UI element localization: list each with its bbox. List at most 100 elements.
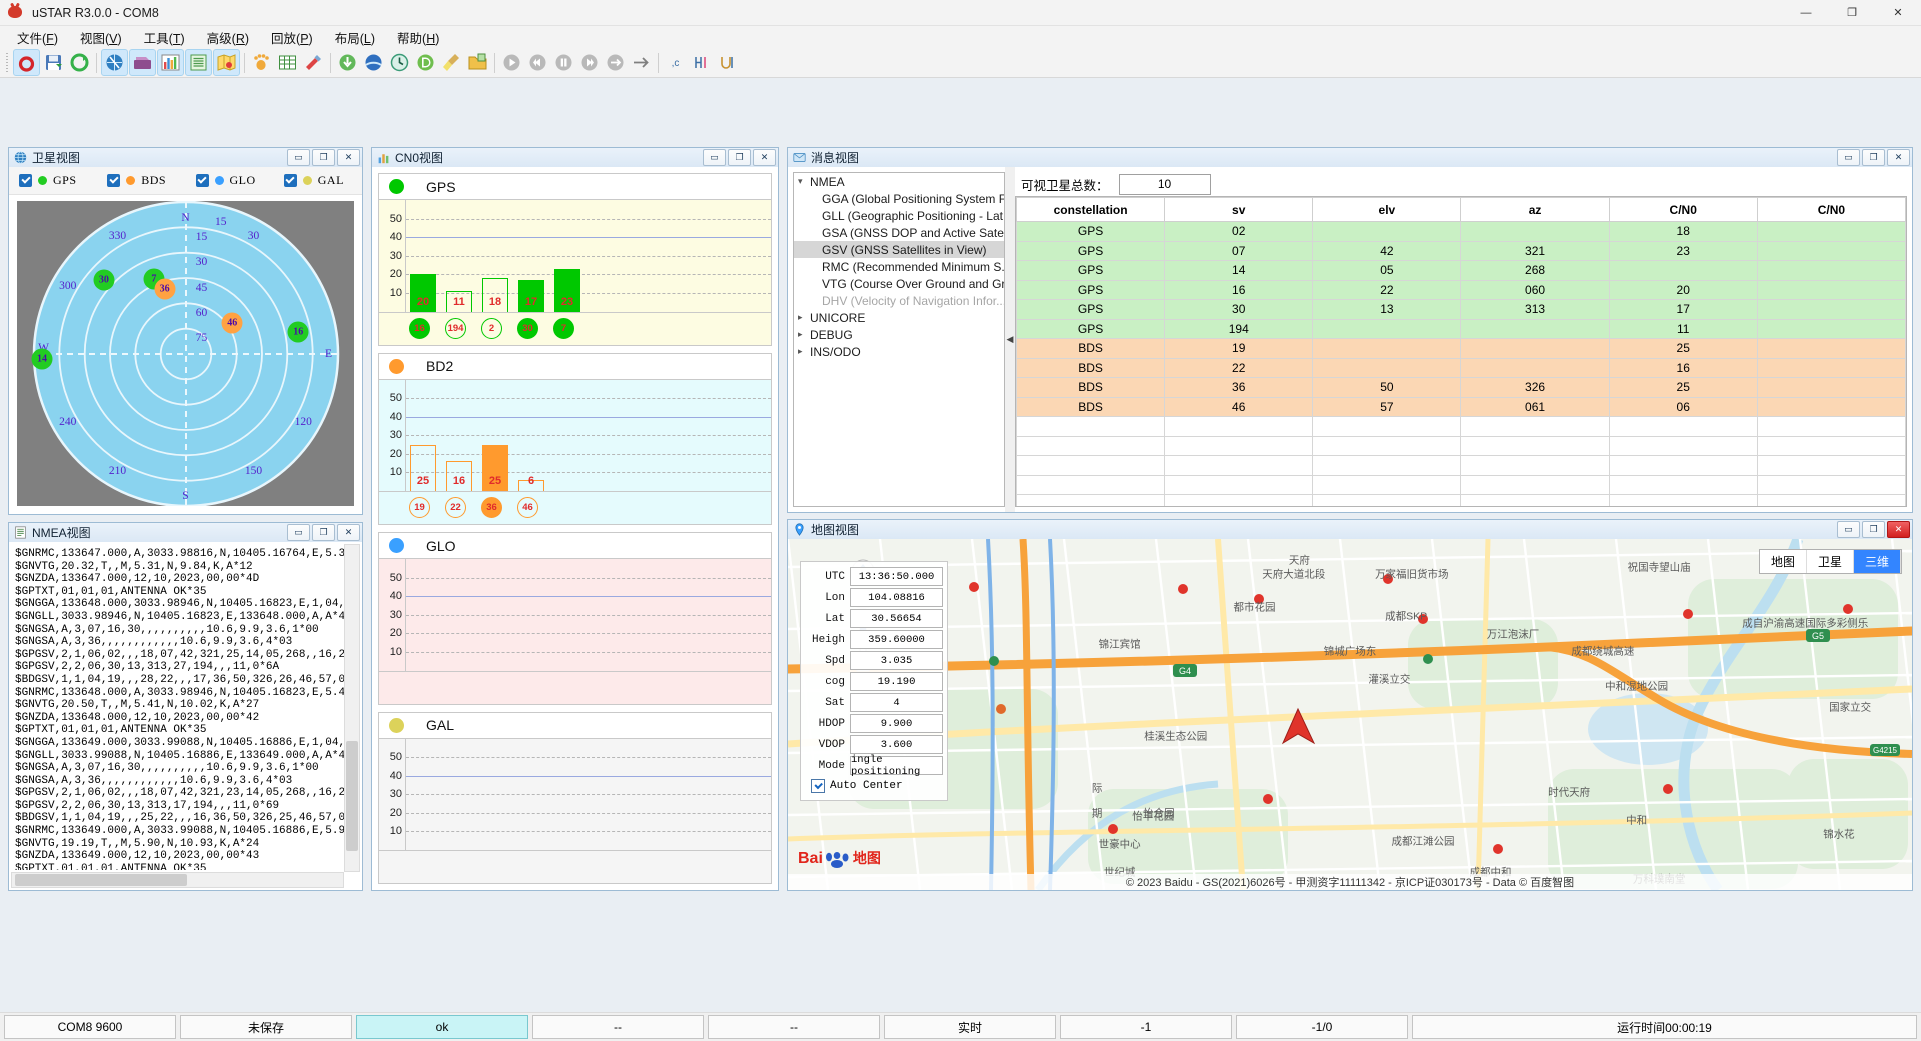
tree-node-gga[interactable]: GGA (Global Positioning System F... [794,190,1004,207]
toolbar-stop-button[interactable] [13,49,40,76]
menu-item-1[interactable]: 视图(V) [69,26,133,49]
map-canvas-container[interactable]: G4 G5 G4215 怡合园 天府大道北段 成都SKP 锦城广场东 锦江宾馆 万江泡沫厂 成都… [788,539,1912,890]
cno-satellite-chip-bd2-36[interactable]: 36 [481,497,502,518]
table-row[interactable]: GPS 16 22 060 20 [1016,279,1906,300]
sky-plot-container[interactable]: N1530330300240210120150ESW15304560753073… [17,201,354,506]
legend-item-glo[interactable]: GLO [186,173,274,188]
toolbar-nmea-view-button[interactable] [185,49,212,76]
map-close-button[interactable]: ✕ [1887,521,1910,538]
tree-node-rmc[interactable]: RMC (Recommended Minimum S... [794,258,1004,275]
minimize-button[interactable]: — [1783,0,1829,25]
cno-satellite-chip-gps-30[interactable]: 30 [517,317,538,339]
menu-item-5[interactable]: 布局(L) [324,26,386,49]
toolbar-clock-button[interactable] [387,50,412,75]
nmea-view-titlebar[interactable]: NMEA视图 ▭ ❐ ✕ [9,523,362,543]
satellite-view-titlebar[interactable]: 卫星视图 ▭ ❐ ✕ [9,148,362,168]
table-row[interactable]: GPS 194 11 [1016,318,1906,339]
table-row[interactable]: GPS 30 13 313 17 [1016,299,1906,320]
cno-maximize-button[interactable]: ❐ [728,149,751,166]
cno-satellite-chip-gps-7[interactable]: 7 [553,317,574,339]
tree-expand-arrow-icon[interactable]: ▸ [798,329,810,340]
message-minimize-button[interactable]: ▭ [1837,149,1860,166]
toolbar-d-button[interactable] [413,50,438,75]
toolbar-footprint-button[interactable] [249,50,274,75]
tree-node-gsa[interactable]: GSA (GNSS DOP and Active Satelli... [794,224,1004,241]
table-row[interactable]: GPS 02 18 [1016,221,1906,242]
message-close-button[interactable]: ✕ [1887,149,1910,166]
toolbar-map-view-button[interactable] [213,49,240,76]
nmea-hscroll-thumb[interactable] [15,874,188,886]
close-button[interactable]: ✕ [1875,0,1921,25]
map-tab-1[interactable]: 卫星 [1807,550,1854,573]
tree-node-nmea[interactable]: ▾ NMEA [794,173,1004,190]
cno-satellite-chip-gps-16[interactable]: 16 [409,317,430,339]
toolbar-play-button[interactable] [499,50,524,75]
auto-center-row[interactable]: Auto Center [805,777,943,795]
maximize-button[interactable]: ❐ [1829,0,1875,25]
tree-node-gsv[interactable]: GSV (GNSS Satellites in View) [794,241,1004,258]
table-row[interactable]: BDS 46 57 061 06 [1016,396,1906,417]
toolbar-grip[interactable] [4,52,10,73]
nmea-minimize-button[interactable]: ▭ [287,524,310,541]
tree-node-insodo[interactable]: ▸ INS/ODO [794,343,1004,360]
cno-view-titlebar[interactable]: CN0视图 ▭ ❐ ✕ [372,148,778,168]
auto-center-checkbox[interactable] [811,779,825,793]
toolbar-u-button[interactable] [715,50,740,75]
menu-item-6[interactable]: 帮助(H) [386,26,450,49]
map-maximize-button[interactable]: ❐ [1862,521,1885,538]
cno-satellite-chip-gps-194[interactable]: 194 [445,317,466,339]
satellite-close-button[interactable]: ✕ [337,149,360,166]
nmea-message-tree[interactable]: ▾ NMEA GGA (Global Positioning System F...… [793,172,1005,507]
toolbar-globe-button[interactable] [361,50,386,75]
toolbar-broom-button[interactable] [439,50,464,75]
menu-item-2[interactable]: 工具(T) [133,26,196,49]
map-view-titlebar[interactable]: 地图视图 ▭ ❐ ✕ [788,520,1912,540]
tree-expand-arrow-icon[interactable]: ▸ [798,346,810,357]
table-row[interactable]: BDS 22 16 [1016,357,1906,378]
tree-expand-arrow-icon[interactable]: ▸ [798,312,810,323]
toolbar-cno-view-button[interactable] [157,49,184,76]
tree-node-debug[interactable]: ▸ DEBUG [794,326,1004,343]
tree-expand-arrow-icon[interactable]: ▾ [798,176,810,187]
toolbar-loop-button[interactable] [603,50,628,75]
legend-checkbox-gps[interactable] [19,174,32,187]
legend-item-bds[interactable]: BDS [97,173,185,188]
menu-item-3[interactable]: 高级(R) [196,26,260,49]
legend-item-gps[interactable]: GPS [9,173,97,188]
map-minimize-button[interactable]: ▭ [1837,521,1860,538]
nmea-close-button[interactable]: ✕ [337,524,360,541]
legend-checkbox-gal[interactable] [283,174,297,187]
sky-satellite-bds-36[interactable]: 36 [154,278,176,300]
table-row[interactable]: GPS 14 05 268 [1016,260,1906,281]
menu-item-0[interactable]: 文件(F) [6,26,69,49]
nmea-horizontal-scrollbar[interactable] [11,872,344,888]
nmea-maximize-button[interactable]: ❐ [312,524,335,541]
toolbar-message-view-button[interactable] [129,49,156,76]
toolbar-rewind-button[interactable] [525,50,550,75]
toolbar-arrow-right-button[interactable] [629,50,654,75]
toolbar-c-button[interactable]: ,c [663,50,688,75]
sky-satellite-gps-14[interactable]: 14 [31,348,53,369]
toolbar-satellite-view-button[interactable] [101,49,128,76]
legend-checkbox-glo[interactable] [195,174,209,187]
toolbar-h-button[interactable] [689,50,714,75]
sky-satellite-gps-30[interactable]: 30 [93,269,115,291]
toolbar-grid-button[interactable] [275,50,300,75]
sky-satellite-bds-46[interactable]: 46 [221,312,243,334]
menu-item-4[interactable]: 回放(P) [260,26,324,49]
table-row[interactable]: BDS 19 25 [1016,338,1906,359]
cno-close-button[interactable]: ✕ [753,149,776,166]
toolbar-pause-button[interactable] [551,50,576,75]
satellite-maximize-button[interactable]: ❐ [312,149,335,166]
table-row[interactable]: BDS 36 50 326 25 [1016,377,1906,398]
toolbar-tools-button[interactable] [301,50,326,75]
tree-node-gll[interactable]: GLL (Geographic Positioning - Lat... [794,207,1004,224]
cno-satellite-chip-gps-2[interactable]: 2 [481,317,502,339]
tree-node-dhv[interactable]: DHV (Velocity of Navigation Infor... [794,292,1004,309]
toolbar-forward-button[interactable] [577,50,602,75]
map-tab-0[interactable]: 地图 [1760,550,1807,573]
cno-satellite-chip-bd2-46[interactable]: 46 [517,497,538,518]
cno-satellite-chip-bd2-22[interactable]: 22 [445,497,466,518]
tree-node-vtg[interactable]: VTG (Course Over Ground and Gr... [794,275,1004,292]
legend-item-gal[interactable]: GAL [274,173,362,188]
